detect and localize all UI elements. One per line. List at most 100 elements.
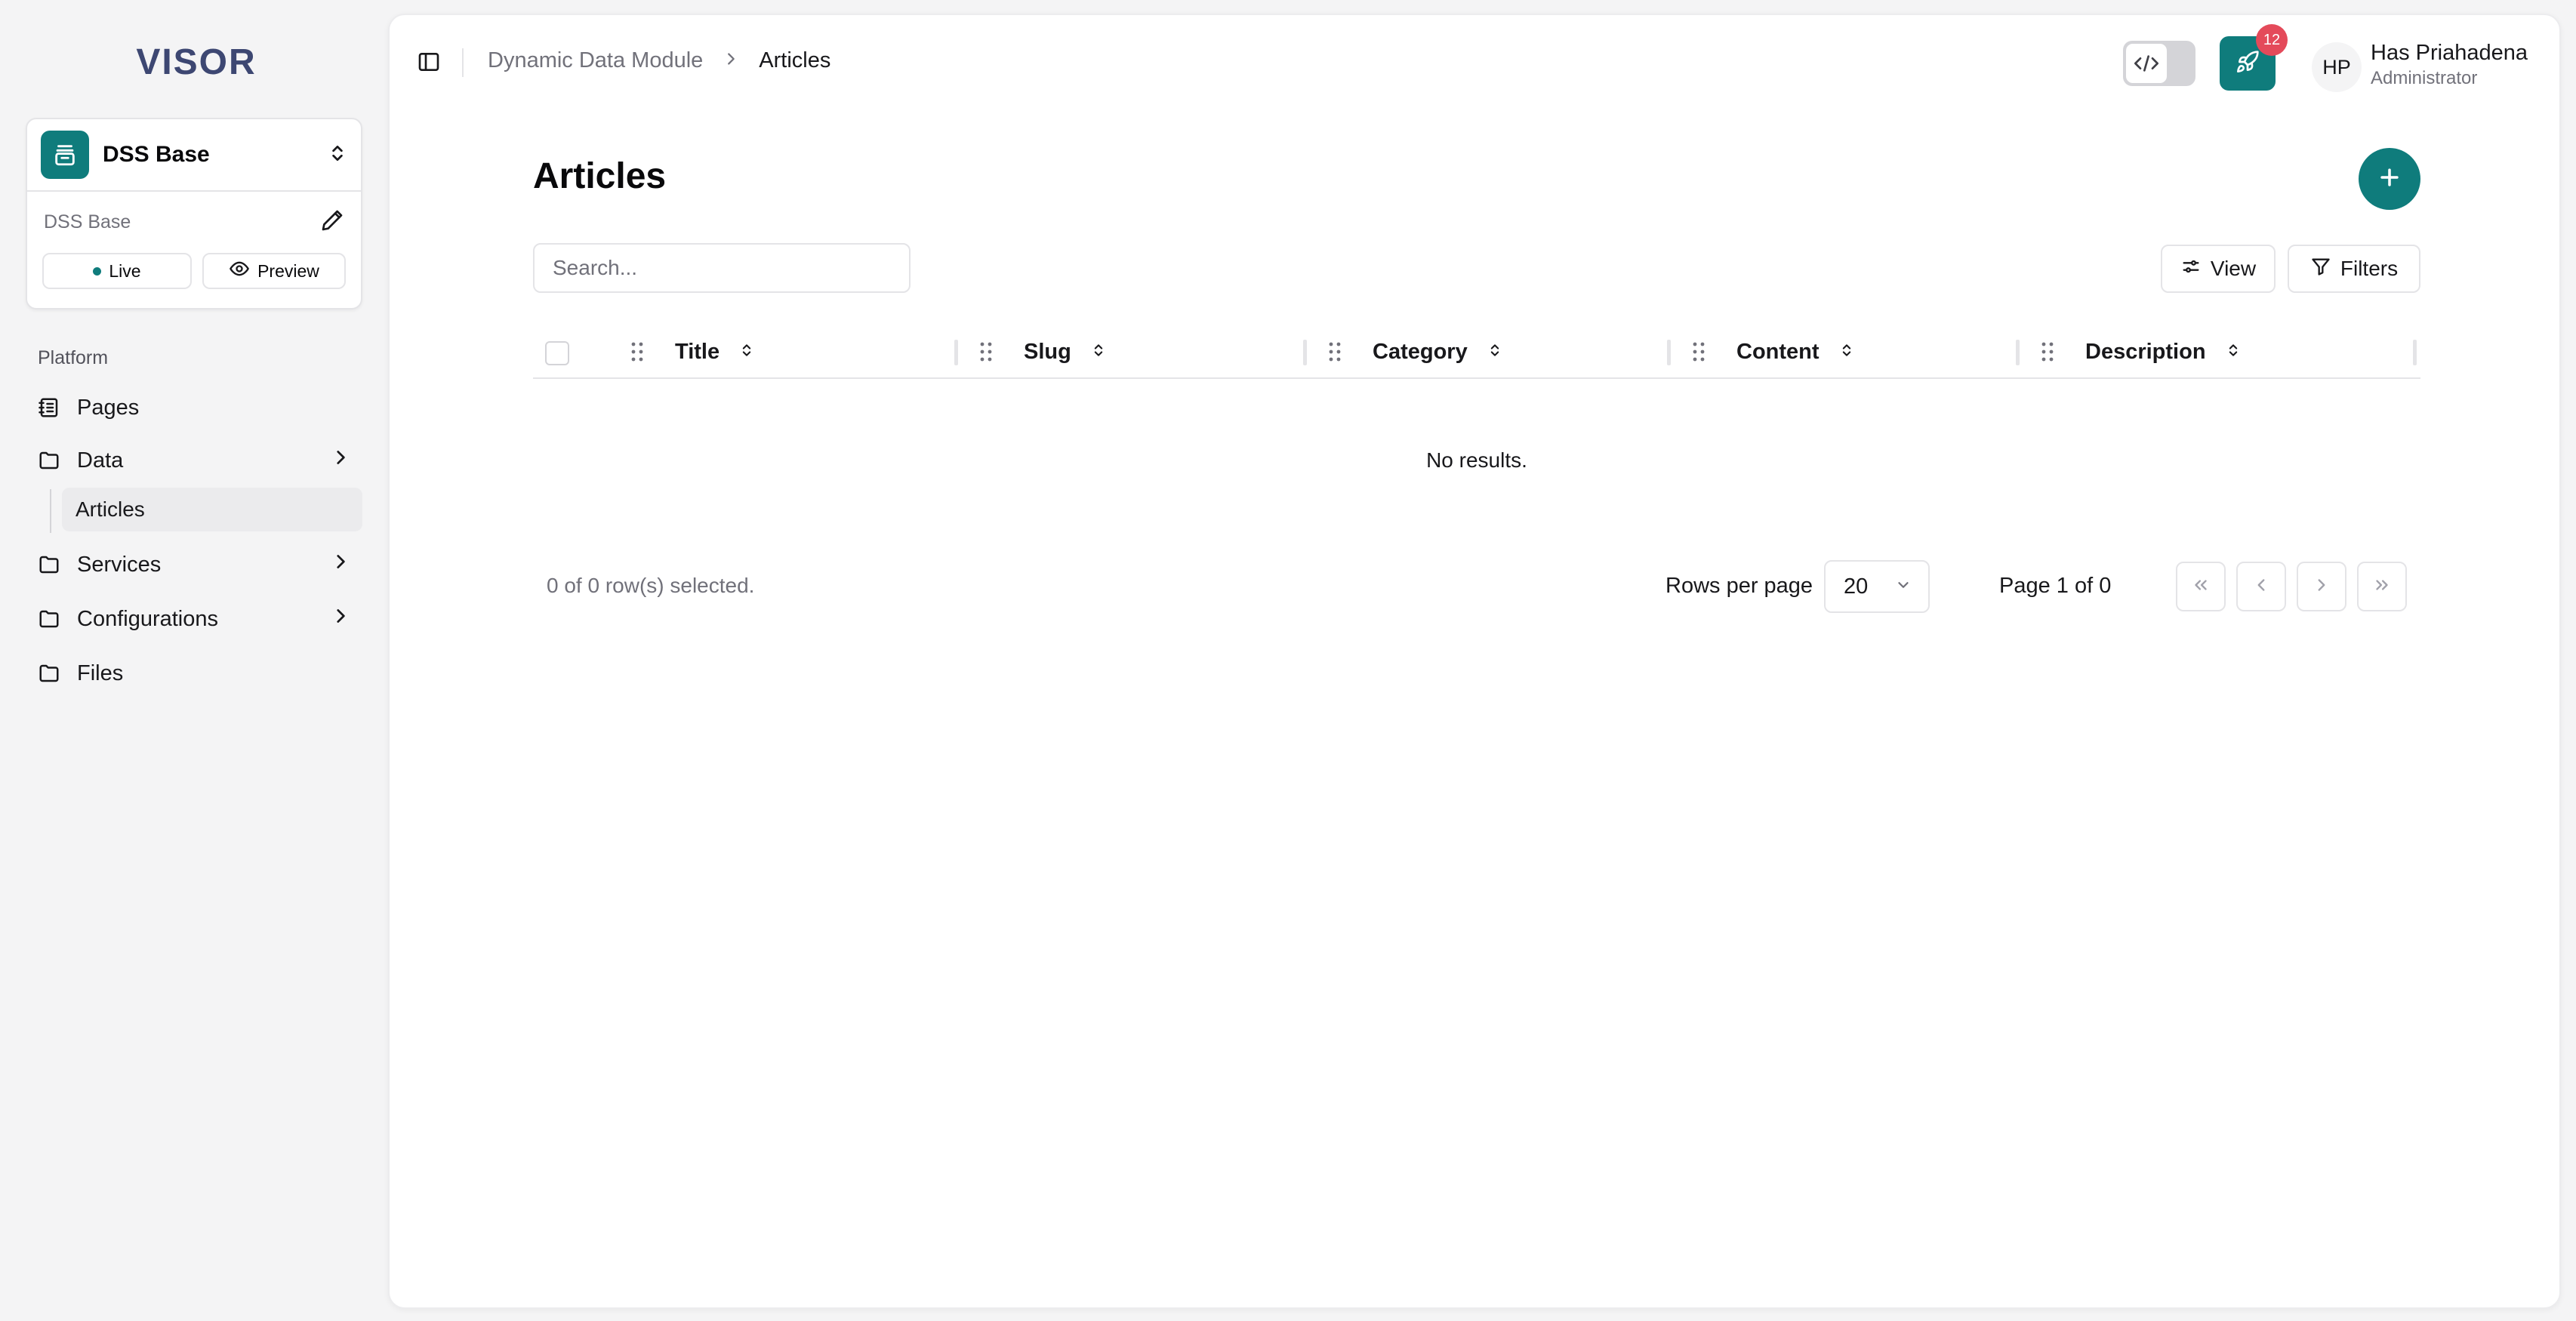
chevron-right-icon [331, 606, 350, 632]
column-resize-handle[interactable] [1303, 340, 1307, 365]
main-panel: Dynamic Data Module Articles 12 HP Has P… [388, 14, 2561, 1309]
breadcrumb-parent-link[interactable]: Dynamic Data Module [488, 48, 703, 73]
drag-handle-icon[interactable] [630, 341, 645, 362]
chevron-down-icon [1895, 574, 1912, 599]
database-icon [41, 131, 89, 179]
breadcrumb: Dynamic Data Module Articles [488, 48, 830, 73]
sidebar-subitem-label: Articles [75, 497, 145, 521]
sort-icon[interactable] [1091, 340, 1106, 364]
sidebar-item-files[interactable]: Files [26, 651, 362, 696]
logo-text: VISOR [136, 42, 257, 82]
last-page-button[interactable] [2357, 562, 2407, 611]
code-icon [2126, 44, 2167, 83]
column-header-content[interactable]: Content [1691, 326, 1854, 377]
project-name: DSS Base [103, 142, 210, 167]
search-input[interactable] [533, 243, 911, 293]
previous-page-button[interactable] [2236, 562, 2286, 611]
sort-icon[interactable] [2226, 340, 2241, 364]
add-article-button[interactable] [2359, 148, 2420, 210]
column-header-title[interactable]: Title [630, 326, 754, 377]
live-button[interactable]: Live [42, 253, 192, 289]
topbar-divider [462, 48, 464, 77]
column-resize-handle[interactable] [1667, 340, 1671, 365]
sort-icon[interactable] [1487, 340, 1502, 364]
rows-per-page-label: Rows per page [1665, 574, 1813, 598]
code-mode-toggle[interactable] [2123, 41, 2195, 86]
sliders-icon [2180, 256, 2202, 282]
column-header-category[interactable]: Category [1327, 326, 1502, 377]
preview-button[interactable]: Preview [202, 253, 346, 289]
sidebar-item-label: Data [77, 448, 124, 473]
folder-icon [38, 553, 62, 577]
preview-label: Preview [257, 260, 319, 281]
user-name[interactable]: Has Priahadena [2371, 41, 2528, 66]
folder-icon [38, 661, 62, 685]
view-button[interactable]: View [2161, 245, 2276, 293]
sidebar-item-configurations[interactable]: Configurations [26, 596, 362, 642]
filters-label: Filters [2340, 257, 2399, 280]
column-resize-handle[interactable] [954, 340, 958, 365]
live-status-dot [93, 266, 102, 276]
column-label: Description [2085, 339, 2206, 364]
sidebar-item-pages[interactable]: Pages [26, 385, 362, 430]
selected-row-count: 0 of 0 row(s) selected. [547, 574, 755, 597]
filters-button[interactable]: Filters [2288, 245, 2420, 293]
eye-icon [229, 258, 250, 284]
drag-handle-icon[interactable] [1691, 341, 1706, 362]
chevron-left-icon [2251, 575, 2271, 599]
column-label: Category [1373, 339, 1468, 364]
empty-state-text: No results. [1426, 448, 1527, 472]
column-label: Slug [1024, 339, 1071, 364]
sort-icon[interactable] [1839, 340, 1854, 364]
sidebar-item-label: Services [77, 552, 162, 577]
sidebar-item-label: Files [77, 660, 124, 685]
column-label: Content [1736, 339, 1820, 364]
sidebar-subitem-articles[interactable]: Articles [62, 488, 362, 531]
visor-logo[interactable]: VISOR [128, 38, 264, 86]
sort-icon[interactable] [739, 340, 754, 364]
chevron-right-icon [723, 48, 739, 73]
drag-handle-icon[interactable] [978, 341, 994, 362]
chevrons-right-icon [2372, 575, 2392, 599]
folder-icon [38, 448, 62, 473]
drag-handle-icon[interactable] [2040, 341, 2055, 362]
sidebar-item-label: Pages [77, 395, 140, 420]
page-info: Page 1 of 0 [1999, 574, 2112, 598]
pencil-icon[interactable] [320, 208, 344, 236]
live-label: Live [109, 260, 141, 281]
notebook-icon [38, 396, 62, 420]
column-resize-handle[interactable] [2413, 340, 2417, 365]
chevrons-up-down-icon [328, 142, 347, 168]
avatar[interactable]: HP [2312, 42, 2362, 92]
breadcrumb-current: Articles [759, 48, 831, 72]
rows-per-page-select[interactable]: 20 [1824, 560, 1930, 613]
chevron-right-icon [331, 552, 350, 577]
sidebar-toggle-icon[interactable] [417, 50, 444, 77]
sub-nav-line [50, 489, 51, 533]
plus-icon [2377, 165, 2402, 194]
page-title: Articles [533, 156, 667, 196]
project-card: DSS Base DSS Base Live Preview [26, 118, 362, 309]
column-label: Title [675, 339, 720, 364]
chevrons-left-icon [2191, 575, 2211, 599]
next-page-button[interactable] [2297, 562, 2346, 611]
top-bar: Dynamic Data Module Articles 12 HP Has P… [390, 15, 2559, 92]
column-header-slug[interactable]: Slug [978, 326, 1106, 377]
chevron-right-icon [2312, 575, 2331, 599]
sidebar-item-label: Configurations [77, 606, 218, 631]
sidebar-item-services[interactable]: Services [26, 542, 362, 587]
first-page-button[interactable] [2176, 562, 2226, 611]
drag-handle-icon[interactable] [1327, 341, 1342, 362]
project-sub-label: DSS Base [44, 211, 131, 232]
column-header-description[interactable]: Description [2040, 326, 2241, 377]
select-all-checkbox[interactable] [545, 341, 569, 365]
nav-group-label: Platform [38, 347, 109, 368]
sidebar-item-data[interactable]: Data [26, 438, 362, 483]
table-header: Title Slug Category Content Description [533, 326, 2420, 379]
rows-per-page-value: 20 [1844, 574, 1869, 599]
filter-icon [2310, 256, 2331, 282]
project-switcher[interactable]: DSS Base [27, 119, 361, 192]
column-resize-handle[interactable] [2016, 340, 2020, 365]
sidebar: VISOR DSS Base DSS Base Live Preview Pla… [0, 0, 388, 1321]
view-label: View [2210, 257, 2257, 280]
